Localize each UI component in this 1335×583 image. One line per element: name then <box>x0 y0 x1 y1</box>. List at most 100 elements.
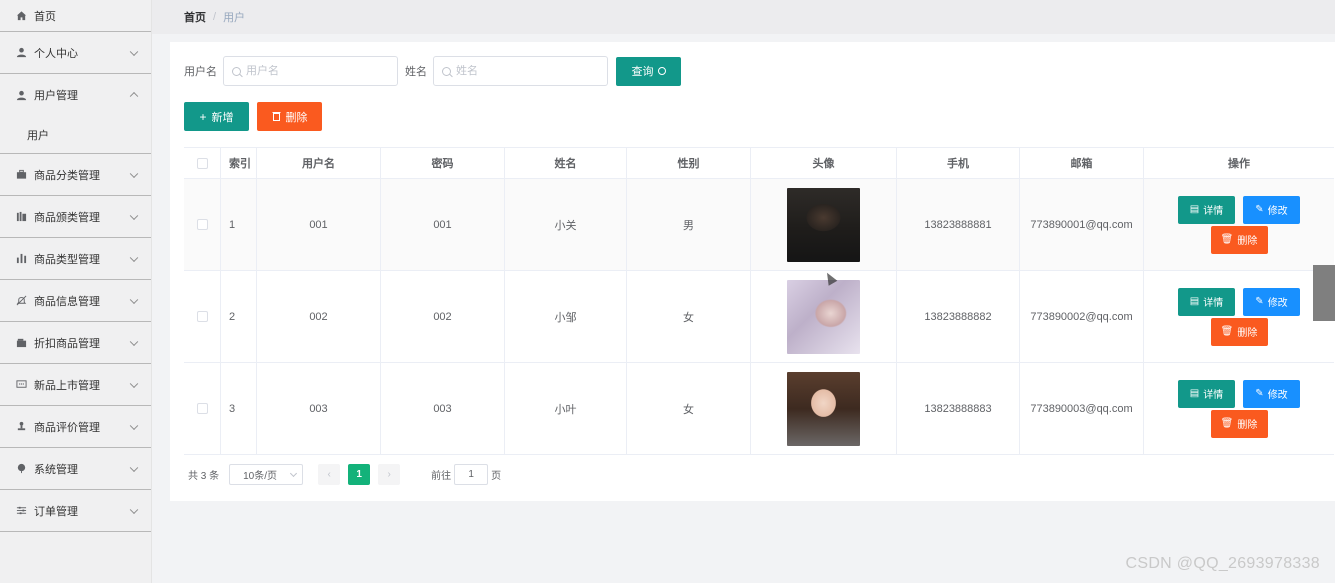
sidebar-item-category-management[interactable]: 商品分类管理 <box>0 154 151 196</box>
detail-button-label: 详情 <box>1203 390 1224 401</box>
edit-button-label: 修改 <box>1267 298 1288 309</box>
cell-password: 002 <box>381 271 505 362</box>
pagination-total: 共 3 条 <box>188 471 220 482</box>
header-email: 邮箱 <box>1020 148 1144 178</box>
page-size-select[interactable]: 10条/页 <box>229 464 304 485</box>
trash-icon: 🗑 <box>1220 233 1234 245</box>
breadcrumb-separator: / <box>213 11 217 23</box>
sidebar-item-label: 商品评价管理 <box>34 421 100 434</box>
cell-username: 001 <box>257 179 381 270</box>
detail-button[interactable]: ▤ 详情 <box>1178 195 1235 224</box>
cell-avatar <box>751 271 897 362</box>
avatar-image <box>787 279 860 354</box>
detail-button-label: 详情 <box>1203 298 1224 309</box>
cell-operations: ▤ 详情 ✎ 修改 🗑 删除 <box>1144 271 1334 362</box>
search-bar: 用户名 姓名 查询 <box>184 56 681 86</box>
batch-delete-button[interactable]: 删除 <box>257 102 322 131</box>
chevron-down-icon <box>129 421 139 430</box>
chevron-down-icon <box>129 169 139 178</box>
sidebar-item-product-info-management[interactable]: 商品信息管理 <box>0 280 151 322</box>
detail-button-label: 详情 <box>1203 206 1224 217</box>
row-select-cell <box>184 271 221 362</box>
sidebar-item-review-management[interactable]: 商品评价管理 <box>0 406 151 448</box>
name-search-field[interactable] <box>433 56 608 86</box>
page-number-active[interactable]: 1 <box>348 464 371 485</box>
chevron-up-icon <box>129 91 139 101</box>
row-actions: ▤ 详情 ✎ 修改 🗑 删除 <box>1174 195 1304 254</box>
sidebar-item-label: 折扣商品管理 <box>34 337 100 350</box>
delete-button[interactable]: 🗑 删除 <box>1210 317 1268 346</box>
chevron-down-icon <box>129 505 139 514</box>
sidebar-item-home[interactable]: 首页 <box>0 0 151 32</box>
cell-email: 773890003@qq.com <box>1020 363 1144 454</box>
sidebar-item-label: 首页 <box>34 10 56 23</box>
goto-label: 前往 <box>431 471 452 482</box>
cell-email: 773890001@qq.com <box>1020 179 1144 270</box>
sidebar-subitem-users[interactable]: 用户 <box>0 116 151 154</box>
chevron-left-icon: ‹ <box>327 469 331 480</box>
name-input[interactable] <box>456 65 596 77</box>
prev-page-button[interactable]: ‹ <box>318 464 341 485</box>
delete-button[interactable]: 🗑 删除 <box>1210 409 1268 438</box>
detail-button[interactable]: ▤ 详情 <box>1178 379 1235 408</box>
chevron-down-icon <box>129 211 139 220</box>
cell-index: 3 <box>221 363 257 454</box>
cell-phone: 13823888881 <box>897 179 1020 270</box>
sidebar-item-label: 系统管理 <box>34 463 78 476</box>
page-suffix: 页 <box>491 471 502 482</box>
header-index: 索引 <box>221 148 257 178</box>
goto-page-input[interactable]: 1 <box>454 464 489 485</box>
row-select-cell <box>184 179 221 270</box>
edit-icon: ✎ <box>1255 203 1264 215</box>
next-page-button[interactable]: › <box>378 464 401 485</box>
cell-name: 小关 <box>505 179 627 270</box>
header-avatar: 头像 <box>751 148 897 178</box>
username-input[interactable] <box>246 65 386 77</box>
sidebar-item-order-management[interactable]: 订单管理 <box>0 490 151 532</box>
table-row: 1 001 001 小关 男 13823888881 773890001@qq.… <box>184 179 1334 271</box>
add-button[interactable]: + 新增 <box>184 102 249 131</box>
plus-icon: + <box>199 109 207 124</box>
sidebar-item-label: 用户管理 <box>34 90 78 102</box>
cell-operations: ▤ 详情 ✎ 修改 🗑 删除 <box>1144 179 1334 270</box>
row-checkbox[interactable] <box>196 403 208 414</box>
user-icon <box>16 90 27 101</box>
sidebar-item-type-management[interactable]: 商品类型管理 <box>0 238 151 280</box>
trash-icon <box>272 111 281 123</box>
edit-icon: ✎ <box>1255 387 1264 399</box>
username-search-field[interactable] <box>223 56 398 86</box>
row-select-cell <box>184 363 221 454</box>
name-label: 姓名 <box>405 66 427 78</box>
sidebar-item-new-arrivals-management[interactable]: 新品上市管理 <box>0 364 151 406</box>
header-phone: 手机 <box>897 148 1020 178</box>
library-icon <box>16 211 27 222</box>
sidebar-item-discount-management[interactable]: 折扣商品管理 <box>0 322 151 364</box>
sidebar-item-system-management[interactable]: 系统管理 <box>0 448 151 490</box>
query-button[interactable]: 查询 <box>616 56 681 86</box>
delete-button[interactable]: 🗑 删除 <box>1210 225 1268 254</box>
select-all-checkbox[interactable] <box>196 157 208 169</box>
edit-button[interactable]: ✎ 修改 <box>1243 287 1300 316</box>
sidebar-item-label: 商品信息管理 <box>34 295 100 308</box>
sidebar-item-personal-center[interactable]: 个人中心 <box>0 32 151 74</box>
sidebar-item-class-management[interactable]: 商品颁类管理 <box>0 196 151 238</box>
table-row: 2 002 002 小邹 女 13823888882 773890002@qq.… <box>184 271 1334 363</box>
delete-button-label: 删除 <box>1237 420 1258 431</box>
side-drawer-handle[interactable] <box>1313 265 1335 321</box>
row-checkbox[interactable] <box>196 219 208 230</box>
cell-username: 003 <box>257 363 381 454</box>
detail-button[interactable]: ▤ 详情 <box>1178 287 1235 316</box>
chevron-right-icon: › <box>387 469 391 480</box>
sidebar-item-label: 商品分类管理 <box>34 169 100 182</box>
cell-password: 001 <box>381 179 505 270</box>
sidebar-item-user-management[interactable]: 用户管理 <box>0 74 151 116</box>
edit-button[interactable]: ✎ 修改 <box>1243 379 1300 408</box>
row-checkbox[interactable] <box>196 311 208 322</box>
breadcrumb-home[interactable]: 首页 <box>184 9 206 25</box>
user-icon <box>16 47 27 58</box>
batch-delete-button-label: 删除 <box>285 111 308 124</box>
add-button-label: 新增 <box>211 111 234 124</box>
avatar-image <box>787 187 860 262</box>
edit-button[interactable]: ✎ 修改 <box>1243 195 1300 224</box>
table-row: 3 003 003 小叶 女 13823888883 773890003@qq.… <box>184 363 1334 455</box>
